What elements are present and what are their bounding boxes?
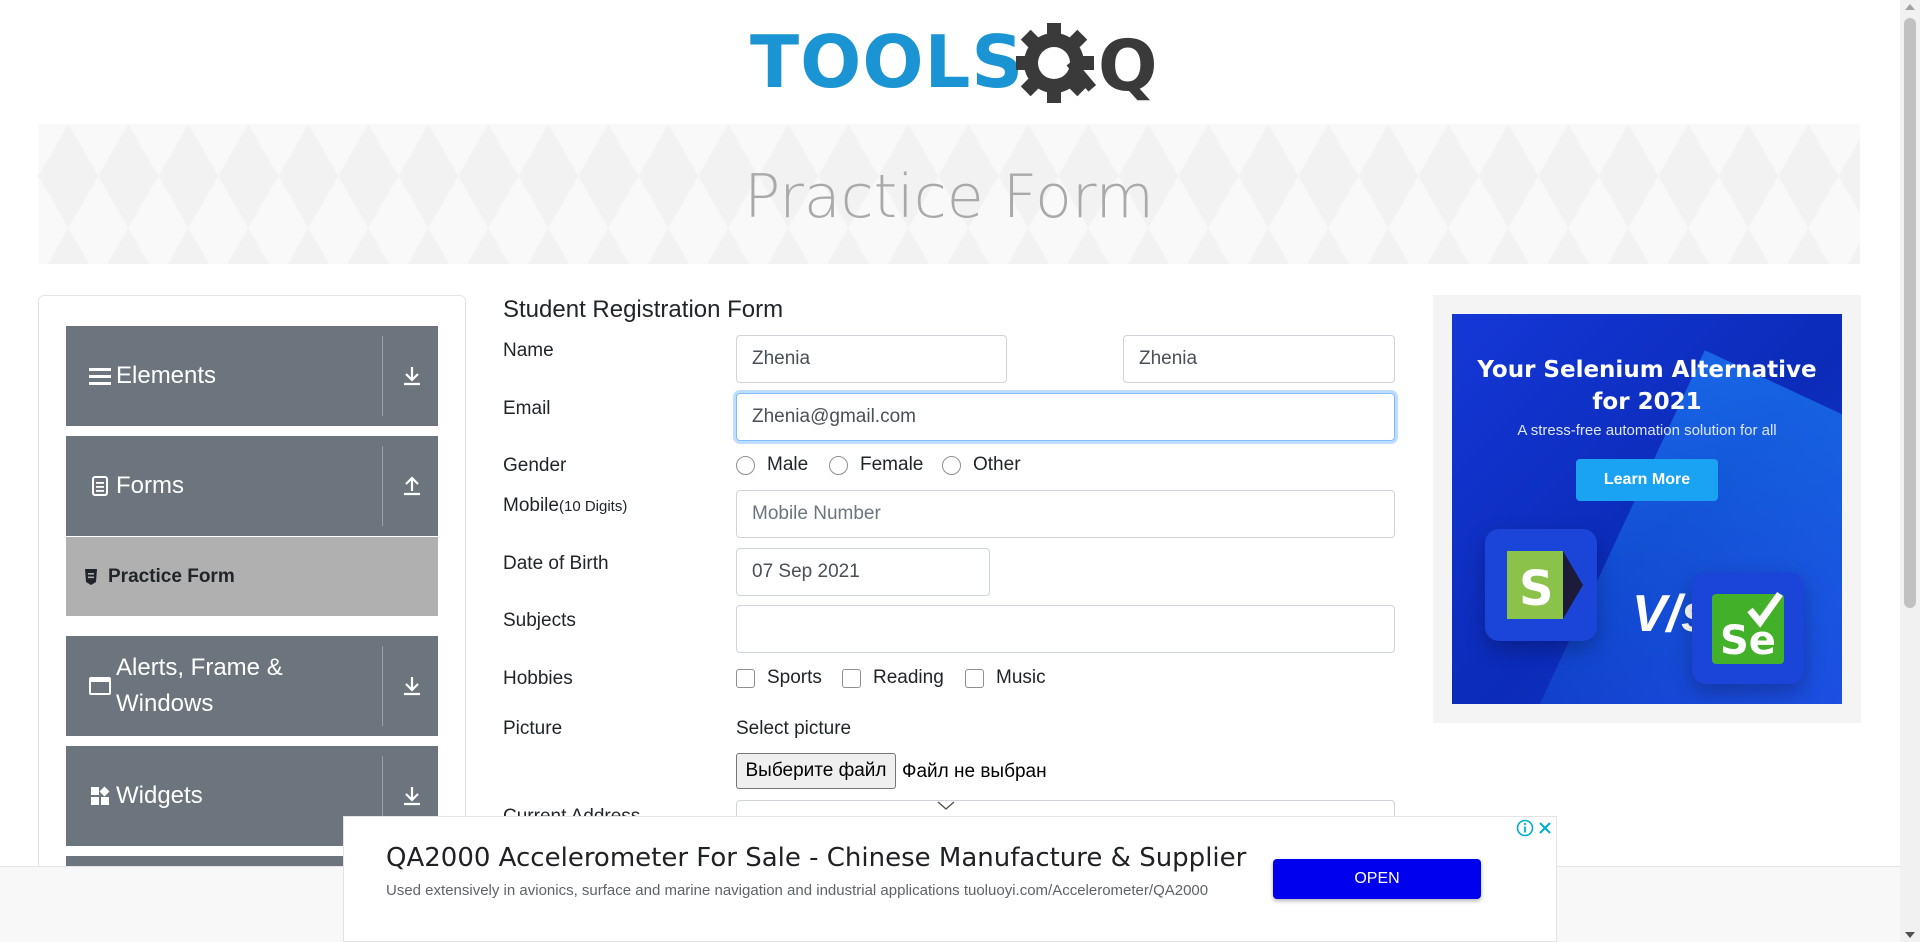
choose-file-button[interactable]: Выберите файл (736, 753, 896, 789)
select-picture-label: Select picture (736, 718, 852, 739)
sidebar-item-practice-form[interactable]: Practice Form (66, 537, 438, 616)
selenium-logo: Se (1692, 572, 1804, 684)
scroll-down-arrow-icon[interactable] (1905, 932, 1915, 938)
scroll-up-arrow-icon[interactable] (1905, 4, 1915, 10)
gender-radio-female[interactable]: Female (829, 454, 923, 476)
document-icon (86, 472, 114, 500)
scrollbar[interactable] (1900, 0, 1920, 942)
gender-radio-male[interactable]: Male (736, 454, 808, 476)
logo-left-text: S (1519, 561, 1554, 617)
info-icon[interactable] (1516, 819, 1534, 837)
checkbox-box[interactable] (736, 668, 755, 688)
shield-icon (85, 568, 97, 585)
download-icon[interactable] (400, 364, 424, 388)
logo-right-text: Se (1720, 618, 1776, 664)
window-icon (86, 672, 114, 700)
file-status: Файл не выбран (902, 761, 1047, 782)
sidebar-group-alerts[interactable]: Alerts, Frame & Windows (66, 636, 438, 736)
sidebar-group-label: Forms (116, 472, 184, 499)
page: TOOLS QA Practice Form (0, 0, 1920, 942)
download-icon[interactable] (400, 784, 424, 808)
divider (382, 446, 383, 526)
mobile-label-text: Mobile (503, 495, 559, 516)
sidebar-group-label: Alerts, Frame & Windows (116, 654, 283, 717)
checkbox-box[interactable] (965, 668, 984, 688)
side-ad[interactable]: Your Selenium Alternative for 2021 A str… (1452, 314, 1842, 704)
radio-circle[interactable] (736, 455, 755, 475)
date-of-birth-input[interactable]: 07 Sep 2021 (736, 548, 990, 596)
hobby-checkbox-sports[interactable]: Sports (736, 667, 822, 689)
radio-label: Other (973, 454, 1021, 475)
logo-text: TOOLS (750, 20, 1025, 104)
toolsqa-logo[interactable]: TOOLS QA (750, 18, 1156, 114)
hamburger-icon (86, 362, 114, 390)
sidebar-group-elements[interactable]: Elements (66, 326, 438, 426)
mobile-hint: (10 Digits) (558, 498, 628, 515)
first-name-input[interactable]: Zhenia (736, 335, 1007, 383)
form-title: Student Registration Form (503, 296, 784, 323)
hobbies-label: Hobbies (503, 668, 573, 689)
mobile-input[interactable]: Mobile Number (736, 490, 1395, 538)
hobby-checkbox-music[interactable]: Music (965, 667, 1046, 689)
checkbox-label: Sports (767, 667, 822, 688)
learn-more-button[interactable]: Learn More (1576, 459, 1718, 501)
checkbox-box[interactable] (842, 668, 861, 688)
widgets-icon (86, 782, 114, 810)
chevron-down-icon (937, 801, 955, 810)
ad-title-line2: for 2021 (1592, 389, 1702, 415)
subjects-label: Subjects (503, 610, 576, 631)
sidebar-group-forms[interactable]: Forms (66, 436, 438, 536)
close-icon[interactable] (1536, 819, 1554, 837)
sidebar-item-label: Practice Form (108, 565, 235, 587)
name-label: Name (503, 340, 554, 361)
divider (382, 336, 383, 416)
bottom-ad-description: Used extensively in avionics, surface an… (386, 882, 1209, 899)
page-title: Practice Form (744, 162, 1154, 232)
download-icon[interactable] (400, 674, 424, 698)
picture-label: Picture (503, 718, 563, 739)
radio-label: Male (767, 454, 809, 475)
logo-qa-text: QA (1098, 25, 1156, 107)
subjects-input[interactable] (736, 605, 1395, 653)
radio-circle[interactable] (942, 455, 961, 475)
checkbox-label: Music (996, 667, 1046, 688)
katalon-logo: S (1485, 529, 1597, 641)
gender-radio-other[interactable]: Other (942, 454, 1021, 476)
hobby-checkbox-reading[interactable]: Reading (842, 667, 944, 689)
gender-label: Gender (503, 455, 567, 476)
page-banner: Practice Form (38, 124, 1860, 264)
email-label: Email (503, 398, 551, 419)
dob-label: Date of Birth (503, 553, 609, 574)
checkbox-label: Reading (873, 667, 944, 688)
email-input[interactable]: Zhenia@gmail.com (736, 393, 1395, 441)
last-name-input[interactable]: Zhenia (1123, 335, 1395, 383)
radio-circle[interactable] (829, 455, 848, 475)
ad-title-line1: Your Selenium Alternative (1477, 357, 1817, 383)
bottom-ad[interactable]: QA2000 Accelerometer For Sale - Chinese … (343, 816, 1557, 942)
scroll-thumb[interactable] (1904, 18, 1916, 608)
ad-subtitle: A stress-free automation solution for al… (1517, 422, 1777, 439)
upload-icon[interactable] (400, 474, 424, 498)
gear-icon: QA (1016, 23, 1156, 107)
divider (382, 646, 383, 726)
mobile-label: Mobile(10 Digits) (503, 495, 627, 517)
open-button[interactable]: OPEN (1273, 859, 1481, 899)
bottom-ad-title[interactable]: QA2000 Accelerometer For Sale - Chinese … (386, 843, 1246, 873)
sidebar-group-label: Elements (116, 362, 217, 389)
sidebar-group-label: Widgets (116, 782, 203, 809)
ad-title: Your Selenium Alternative for 2021 (1452, 354, 1842, 418)
radio-label: Female (860, 454, 924, 475)
